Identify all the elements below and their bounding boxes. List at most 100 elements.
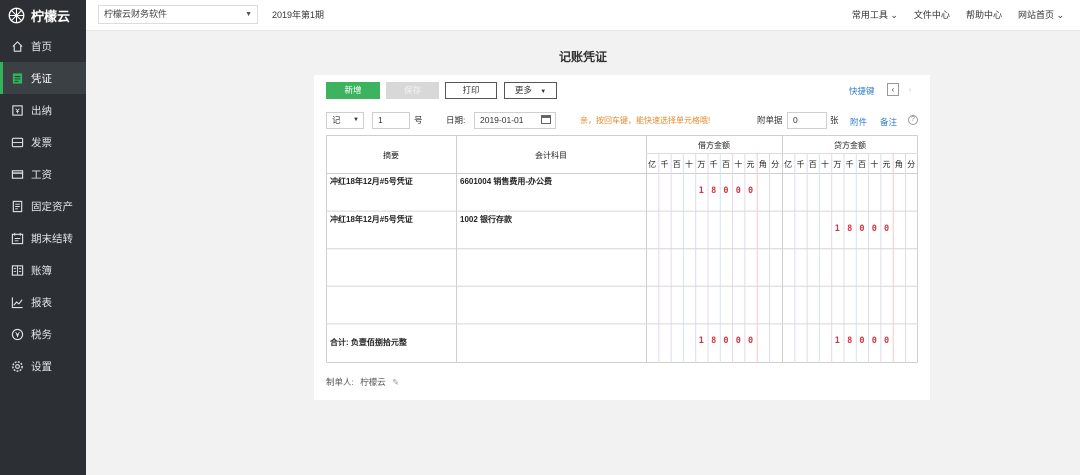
attachment-link[interactable]: 附件 xyxy=(850,116,867,128)
save-button[interactable]: 保存 xyxy=(386,82,439,99)
voucher-table: 摘要 会计科目 借方金额 贷方金额亿千百十万千百十元角分亿千百十万千百十元角分冲红18… xyxy=(326,135,918,363)
topbar: 柠檬云财务软件 ▼ 2019年第1期 常用工具 ⌄ 文件中心 帮助中心 网站首页… xyxy=(86,0,1080,31)
page-title: 记账凭证 xyxy=(558,50,607,64)
amount-digit: 0 xyxy=(859,223,865,234)
prev-voucher-button[interactable]: ‹ xyxy=(887,83,899,96)
header-credit: 贷方金额 xyxy=(834,141,866,150)
amount-digit: 0 xyxy=(723,186,729,196)
top-link-home[interactable]: 网站首页 ⌄ xyxy=(1018,0,1064,30)
sidebar-item-report[interactable]: 报表 xyxy=(0,286,86,318)
row-summary: 冲红18年12月#5号凭证 xyxy=(330,177,413,186)
company-select[interactable]: 柠檬云财务软件 ▼ xyxy=(98,5,258,24)
more-button-label: 更多 xyxy=(514,85,532,95)
caret-down-icon: ▼ xyxy=(245,11,252,18)
shortcut-link[interactable]: 快捷键 xyxy=(849,85,875,97)
more-button[interactable]: 更多 ▼ xyxy=(504,82,557,99)
debit-unit-header: 千 xyxy=(709,160,718,169)
credit-unit-header: 元 xyxy=(882,160,891,169)
top-link-help[interactable]: 帮助中心 xyxy=(966,0,1002,30)
sidebar-item-ledger[interactable]: 账簿 xyxy=(0,254,86,286)
amount-digit: 0 xyxy=(735,186,741,196)
edit-icon[interactable]: ✎ xyxy=(392,377,399,387)
sidebar: 柠檬云 首页凭证出纳 发票工资固定资产 期末结转 账簿 报表税务设置 xyxy=(0,0,86,475)
amount-digit: 1 xyxy=(834,223,840,234)
salary-icon xyxy=(11,168,24,181)
credit-unit-header: 百 xyxy=(857,160,866,169)
app-logo[interactable]: 柠檬云 xyxy=(0,0,86,30)
ledger-icon xyxy=(11,264,24,277)
credit-unit-header: 万 xyxy=(833,160,842,169)
attachment-count-input[interactable]: 0 xyxy=(787,112,827,129)
report-icon xyxy=(11,296,24,309)
account-cell[interactable] xyxy=(456,248,646,286)
next-voucher-button[interactable]: › xyxy=(904,83,916,96)
credit-unit-header: 角 xyxy=(894,160,903,169)
amount-digit: 8 xyxy=(711,186,717,196)
voucher-panel: 新增 保存 打印 更多 ▼ 快捷键 ‹ › 记 ▼ 1 号 日期: 2019-0… xyxy=(314,75,930,400)
sidebar-item-closing[interactable]: 期末结转 xyxy=(0,222,86,254)
amount-digit: 8 xyxy=(711,336,717,347)
credit-unit-header: 分 xyxy=(907,160,916,169)
amount-digit: 0 xyxy=(871,336,877,347)
period-label: 2019年第1期 xyxy=(272,10,325,20)
settings-icon xyxy=(11,360,24,373)
credit-unit-header: 十 xyxy=(821,160,830,169)
top-link-files[interactable]: 文件中心 xyxy=(914,0,950,30)
date-input[interactable]: 2019-01-01 xyxy=(474,112,556,129)
top-link-tools[interactable]: 常用工具 ⌄ xyxy=(852,0,898,30)
caret-down-icon: ▼ xyxy=(540,89,547,95)
header-account: 会计科目 xyxy=(535,151,567,160)
sidebar-item-salary[interactable]: 工资 xyxy=(0,158,86,190)
sidebar-item-invoice[interactable]: 发票 xyxy=(0,126,86,158)
sidebar-item-home[interactable]: 首页 xyxy=(0,30,86,62)
closing-icon xyxy=(11,232,24,245)
amount-digit: 0 xyxy=(723,336,729,347)
debit-unit-header: 十 xyxy=(685,160,694,169)
summary-cell[interactable] xyxy=(326,248,456,286)
credit-unit-header: 千 xyxy=(796,160,805,169)
voucher-number-input[interactable]: 1 xyxy=(372,112,410,129)
help-icon[interactable]: ? xyxy=(908,115,918,125)
account-cell[interactable] xyxy=(456,286,646,324)
amount-digit: 0 xyxy=(871,223,877,234)
company-select-value: 柠檬云财务软件 xyxy=(104,9,168,19)
maker-name: 柠檬云 xyxy=(360,377,386,387)
header-summary: 摘要 xyxy=(383,151,399,160)
debit-unit-header: 元 xyxy=(746,160,755,169)
amount-digit: 0 xyxy=(747,186,754,196)
amount-digit: 1 xyxy=(834,336,840,347)
row-summary: 冲红18年12月#5号凭证 xyxy=(330,214,413,224)
debit-unit-header: 角 xyxy=(758,160,767,169)
sidebar-item-assets[interactable]: 固定资产 xyxy=(0,190,86,222)
header-debit: 借方金额 xyxy=(698,141,730,150)
row-account: 6601004 销售费用-办公费 xyxy=(460,177,553,186)
amount-digit: 1 xyxy=(698,336,704,347)
cashier-icon xyxy=(11,104,24,117)
sidebar-nav: 首页凭证出纳 发票工资固定资产 期末结转 账簿 报表税务设置 xyxy=(0,30,86,382)
debit-unit-header: 亿 xyxy=(648,160,657,169)
home-icon xyxy=(11,40,24,53)
calendar-icon[interactable] xyxy=(541,115,551,124)
tip-text: 亲，按回车键，能快速选择单元格哦! xyxy=(580,116,711,125)
debit-unit-header: 万 xyxy=(697,160,706,169)
amount-digit: 8 xyxy=(847,223,853,234)
remark-link[interactable]: 备注 xyxy=(880,116,897,128)
sidebar-item-cashier[interactable]: 出纳 xyxy=(0,94,86,126)
chevron-left-icon: ‹ xyxy=(891,85,895,94)
print-button[interactable]: 打印 xyxy=(445,82,497,99)
summary-cell[interactable] xyxy=(326,286,456,324)
attachment-count-unit: 张 xyxy=(830,115,839,125)
sidebar-item-tax[interactable]: 税务 xyxy=(0,318,86,350)
credit-unit-header: 十 xyxy=(870,160,879,169)
voucher-word-select[interactable]: 记 ▼ xyxy=(326,112,364,129)
sidebar-item-label: 凭证 xyxy=(31,72,52,85)
sidebar-item-voucher[interactable]: 凭证 xyxy=(0,62,86,94)
sidebar-item-label: 税务 xyxy=(31,328,52,341)
sidebar-item-settings[interactable]: 设置 xyxy=(0,350,86,382)
sidebar-item-label: 工资 xyxy=(31,168,52,181)
amount-digit: 0 xyxy=(859,336,865,347)
amount-digit: 0 xyxy=(883,336,890,347)
lemon-logo-icon xyxy=(8,7,25,23)
tax-icon xyxy=(11,328,24,341)
new-button[interactable]: 新增 xyxy=(326,82,380,99)
